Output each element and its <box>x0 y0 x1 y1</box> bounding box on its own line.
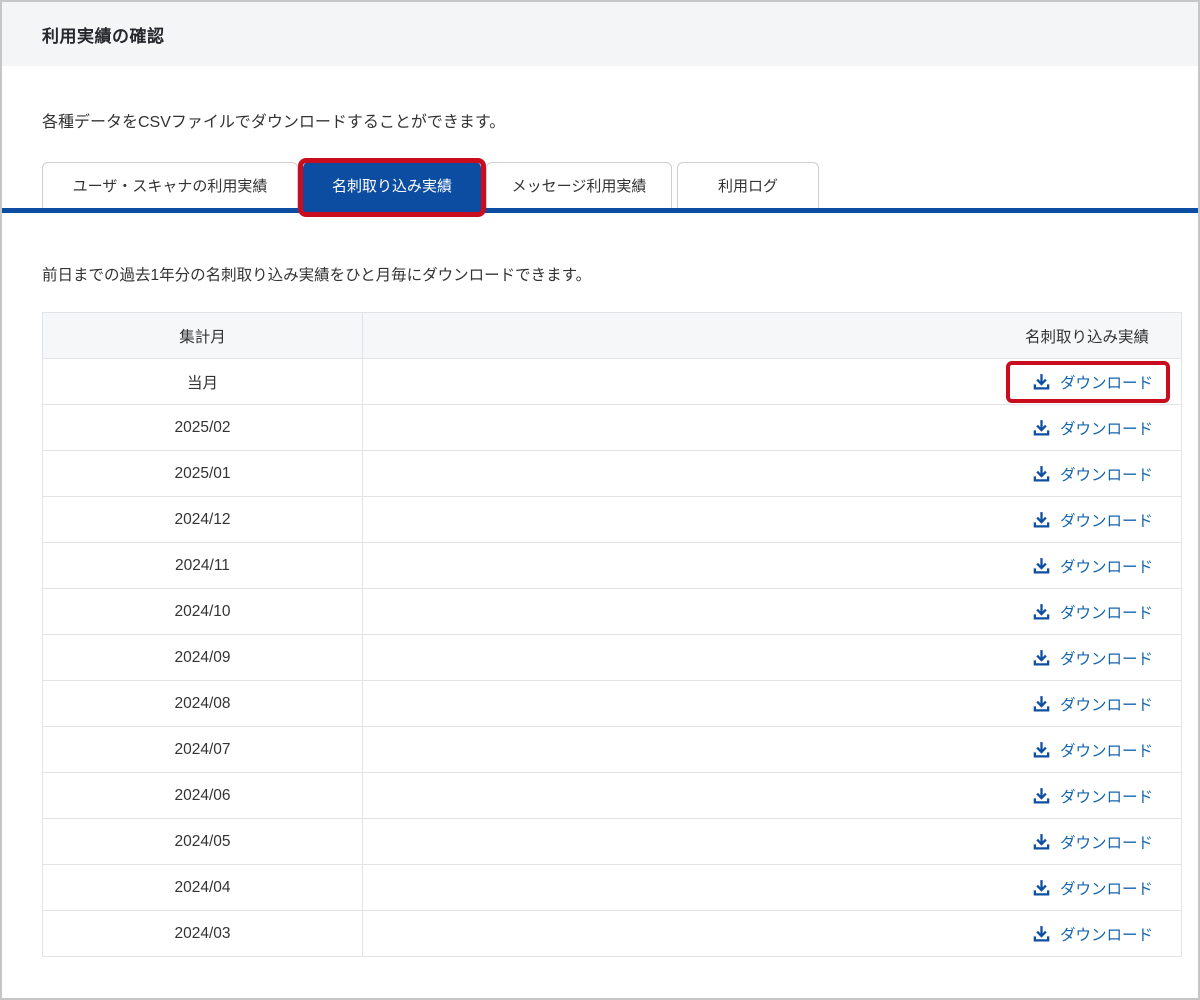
download-link[interactable]: ダウンロード <box>1032 877 1153 899</box>
download-icon <box>1033 742 1050 758</box>
month-cell: 2024/10 <box>42 588 363 635</box>
table-row: 2024/05 ダウンロード <box>42 818 1182 865</box>
download-cell: ダウンロード <box>362 910 1182 957</box>
month-cell: 2024/08 <box>42 680 363 727</box>
tab-business-card-import[interactable]: 名刺取り込み実績 <box>298 158 486 217</box>
download-cell: ダウンロード <box>362 404 1182 451</box>
table-row: 当月 ダウンロード <box>42 358 1182 405</box>
tab-user-scanner-usage[interactable]: ユーザ・スキャナの利用実績 <box>42 162 298 208</box>
download-link[interactable]: ダウンロード <box>1032 555 1153 577</box>
download-icon <box>1033 926 1050 942</box>
download-cell: ダウンロード <box>362 542 1182 589</box>
month-cell: 2024/11 <box>42 542 363 589</box>
tab-usage-log[interactable]: 利用ログ <box>677 162 819 208</box>
download-cell: ダウンロード <box>362 864 1182 911</box>
month-cell: 2024/09 <box>42 634 363 681</box>
download-cell: ダウンロード <box>362 634 1182 681</box>
download-icon <box>1033 374 1050 390</box>
download-link[interactable]: ダウンロード <box>1032 601 1153 623</box>
table-row: 2024/06 ダウンロード <box>42 772 1182 819</box>
table-head: 集計月 名刺取り込み実績 <box>42 312 1182 359</box>
table-row: 2024/09 ダウンロード <box>42 634 1182 681</box>
table-row: 2025/02 ダウンロード <box>42 404 1182 451</box>
download-link[interactable]: ダウンロード <box>1032 831 1153 853</box>
month-cell: 2024/06 <box>42 772 363 819</box>
download-icon <box>1033 696 1050 712</box>
download-link[interactable]: ダウンロード <box>1032 739 1153 761</box>
tab-bar: ユーザ・スキャナの利用実績 名刺取り込み実績 メッセージ利用実績 利用ログ <box>42 158 1198 217</box>
intro-text: 各種データをCSVファイルでダウンロードすることができます。 <box>42 114 506 131</box>
download-icon <box>1033 420 1050 436</box>
tab-label: 名刺取り込み実績 <box>331 178 452 195</box>
download-label: ダウンロード <box>1059 604 1153 622</box>
download-label: ダウンロード <box>1059 788 1153 806</box>
month-cell: 2024/04 <box>42 864 363 911</box>
download-label: ダウンロード <box>1059 374 1153 392</box>
download-cell: ダウンロード <box>362 726 1182 773</box>
page-title: 利用実績の確認 <box>42 26 165 46</box>
table-row: 2024/04 ダウンロード <box>42 864 1182 911</box>
month-cell: 2025/01 <box>42 450 363 497</box>
download-icon <box>1033 650 1050 666</box>
panel-description: 前日までの過去1年分の名刺取り込み実績をひと月毎にダウンロードできます。 <box>42 267 592 284</box>
download-label: ダウンロード <box>1059 696 1153 714</box>
download-label: ダウンロード <box>1059 880 1153 898</box>
download-icon <box>1033 558 1050 574</box>
download-cell: ダウンロード <box>362 818 1182 865</box>
month-cell: 2024/03 <box>42 910 363 957</box>
download-cell: ダウンロード <box>362 496 1182 543</box>
table-row: 2024/12 ダウンロード <box>42 496 1182 543</box>
month-cell: 当月 <box>42 358 363 405</box>
table-row: 2024/08 ダウンロード <box>42 680 1182 727</box>
table-body: 当月 ダウンロード 2025/02 ダウンロード 2025/01 ダウンロード 202… <box>42 358 1182 957</box>
download-icon <box>1033 834 1050 850</box>
download-label: ダウンロード <box>1059 834 1153 852</box>
download-link[interactable]: ダウンロード <box>1032 923 1153 945</box>
month-cell: 2025/02 <box>42 404 363 451</box>
download-label: ダウンロード <box>1059 512 1153 530</box>
month-cell: 2024/12 <box>42 496 363 543</box>
download-cell: ダウンロード <box>362 588 1182 635</box>
tab-label: 利用ログ <box>717 178 778 195</box>
download-link[interactable]: ダウンロード <box>1032 463 1153 485</box>
table-row: 2025/01 ダウンロード <box>42 450 1182 497</box>
download-icon <box>1033 512 1050 528</box>
active-tab-underline <box>2 208 1198 213</box>
table-row: 2024/07 ダウンロード <box>42 726 1182 773</box>
month-cell: 2024/07 <box>42 726 363 773</box>
download-cell: ダウンロード <box>362 680 1182 727</box>
download-label: ダウンロード <box>1059 742 1153 760</box>
header-result: 名刺取り込み実績 <box>362 312 1182 359</box>
download-label: ダウンロード <box>1059 466 1153 484</box>
download-link[interactable]: ダウンロード <box>1032 693 1153 715</box>
table-header-row: 集計月 名刺取り込み実績 <box>42 312 1182 359</box>
tab-label: ユーザ・スキャナの利用実績 <box>72 178 268 195</box>
download-table: 集計月 名刺取り込み実績 当月 ダウンロード 2025/02 ダウンロード 2025… <box>42 312 1182 957</box>
download-cell: ダウンロード <box>362 450 1182 497</box>
download-link[interactable]: ダウンロード <box>1005 360 1170 403</box>
download-icon <box>1033 880 1050 896</box>
download-label: ダウンロード <box>1059 558 1153 576</box>
download-icon <box>1033 604 1050 620</box>
table-row: 2024/10 ダウンロード <box>42 588 1182 635</box>
month-cell: 2024/05 <box>42 818 363 865</box>
download-link[interactable]: ダウンロード <box>1032 509 1153 531</box>
download-icon <box>1033 788 1050 804</box>
download-link[interactable]: ダウンロード <box>1032 785 1153 807</box>
usage-report-window: 利用実績の確認 各種データをCSVファイルでダウンロードすることができます。 ユ… <box>0 0 1200 1000</box>
download-label: ダウンロード <box>1059 420 1153 438</box>
download-label: ダウンロード <box>1059 650 1153 668</box>
page-header: 利用実績の確認 <box>2 2 1198 66</box>
tab-message-usage[interactable]: メッセージ利用実績 <box>486 162 672 208</box>
table-row: 2024/11 ダウンロード <box>42 542 1182 589</box>
download-cell: ダウンロード <box>362 358 1182 405</box>
download-label: ダウンロード <box>1059 926 1153 944</box>
download-icon <box>1033 466 1050 482</box>
table-row: 2024/03 ダウンロード <box>42 910 1182 957</box>
download-cell: ダウンロード <box>362 772 1182 819</box>
tab-label: メッセージ利用実績 <box>511 178 647 195</box>
download-link[interactable]: ダウンロード <box>1032 647 1153 669</box>
header-month: 集計月 <box>42 312 363 359</box>
download-link[interactable]: ダウンロード <box>1032 417 1153 439</box>
